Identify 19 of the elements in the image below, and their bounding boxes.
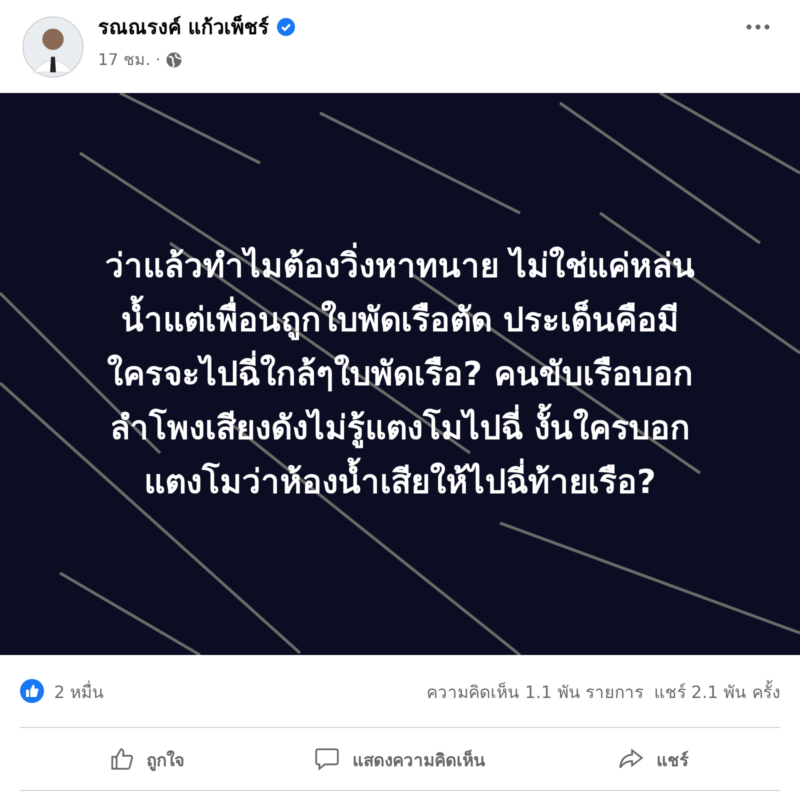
reaction-count[interactable]: 2 หมื่น <box>54 678 104 704</box>
share-count[interactable]: แชร์ 2.1 พัน ครั้ง <box>654 678 780 704</box>
image-caption-line: น้ำแต่เพื่อนถูกใบพัดเรือตัด ประเด็นคือมี <box>120 293 680 347</box>
thumbs-up-icon <box>108 746 135 772</box>
comment-count[interactable]: ความคิดเห็น 1.1 พัน รายการ <box>426 678 644 704</box>
image-caption-line: ใครจะไปฉี่ใกล้ๆใบพัดเรือ? คนขับเรือบอก <box>107 347 693 401</box>
more-options-icon[interactable] <box>746 24 770 30</box>
author-name[interactable]: รณณรงค์ แก้วเพ็ชร์ <box>98 11 269 43</box>
image-caption-line: ว่าแล้วทำไมต้องวิ่งหาทนาย ไม่ใช่แค่หล่น <box>104 239 696 293</box>
like-reaction-icon[interactable] <box>20 679 44 703</box>
comment-button[interactable]: แสดงความคิดเห็น <box>273 728 527 790</box>
avatar-icon[interactable] <box>22 16 84 78</box>
speech-bubble-icon <box>314 746 340 772</box>
share-button[interactable]: แชร์ <box>526 728 780 790</box>
separator-dot: · <box>156 50 161 69</box>
image-caption-line: แตงโมว่าห้องน้ำเสียให้ไปฉี่ท้ายเรือ? <box>144 455 656 509</box>
like-button[interactable]: ถูกใจ <box>20 728 274 790</box>
post-time[interactable]: 17 ชม. <box>98 47 151 72</box>
image-caption-line: ลำโพงเสียงดังไม่รู้แตงโมไปฉี่ งั้นใครบอก <box>110 401 690 455</box>
